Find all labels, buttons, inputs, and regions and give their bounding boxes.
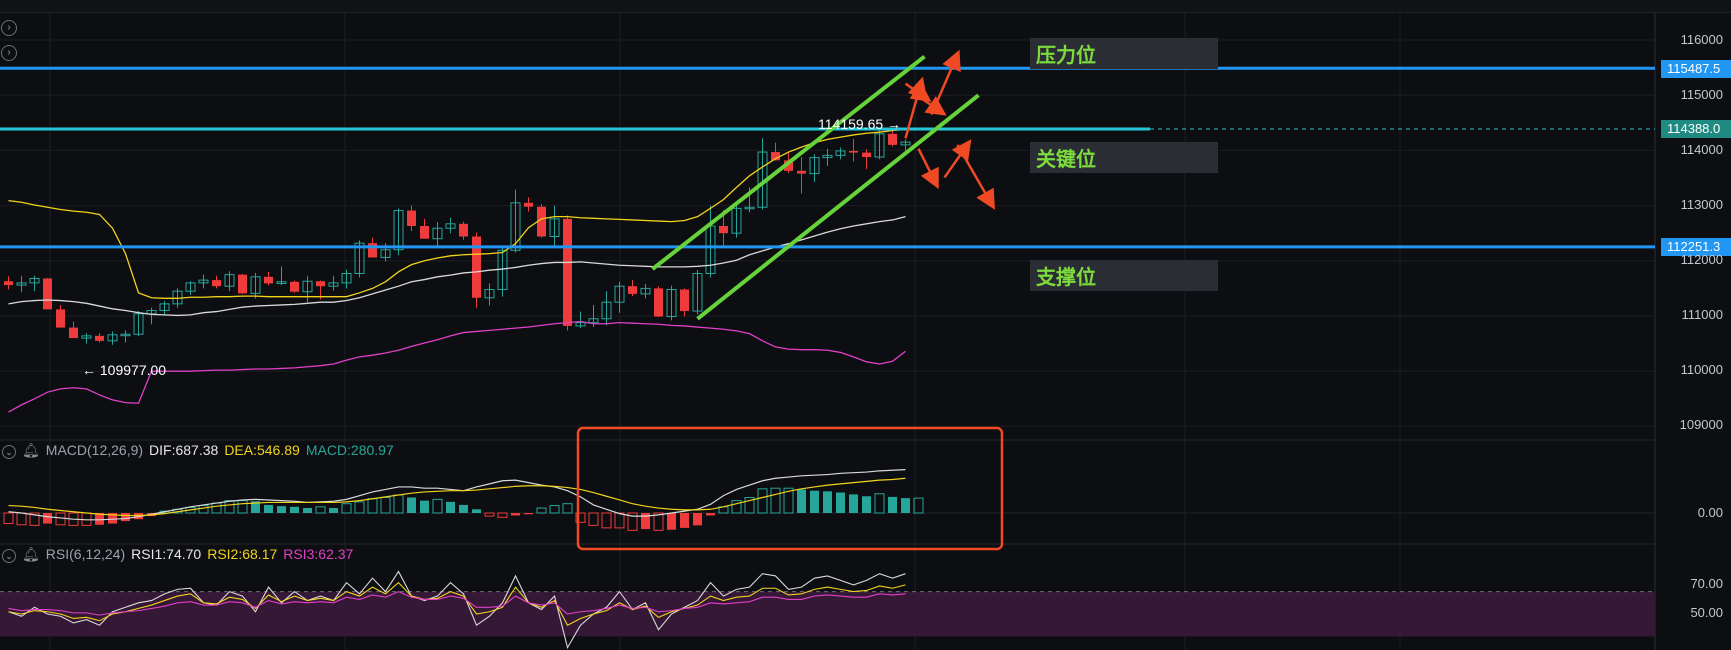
candle-down [368,243,377,258]
candle-down [459,223,468,237]
macd-histogram-bar [524,513,533,515]
macd-histogram-bar [797,489,806,513]
candle-down [43,278,52,310]
macd-histogram-bar [706,513,715,516]
candle-down [407,210,416,227]
support-zone-label: 支撑位 [1030,260,1218,291]
candle-down [56,309,65,328]
candle-down [719,226,728,234]
candle-down [862,152,871,158]
level-price-tag-current: 114388.0 [1661,120,1731,138]
macd-histogram-bar [121,513,130,522]
rsi3-value: RSI3:62.37 [283,546,354,562]
macd-histogram-bar [849,494,858,513]
candle-down [264,276,273,284]
macd-histogram-bar [901,498,910,513]
candle-down [69,327,78,339]
macd-histogram-bar [277,506,286,513]
macd-histogram-bar [810,490,819,513]
alert-bell-icon[interactable]: 🔔︎ [22,546,40,562]
price-axis-tick: 115000 [1680,87,1723,102]
candle-down [524,202,533,207]
macd-histogram-bar [836,492,845,513]
candle-down [95,335,104,341]
top-toolbar [0,0,1731,13]
macd-histogram-bar [43,513,52,524]
macd-histogram-bar [264,504,273,513]
candle-down [420,226,429,239]
rsi-collapse-icon[interactable]: ⌄ [2,549,16,563]
macd-histogram-bar [420,500,429,513]
macd-collapse-icon[interactable]: ⌄ [2,445,16,459]
macd-histogram-bar [667,513,676,530]
price-axis-tick: 109000 [1679,417,1723,432]
candle-down [654,288,663,317]
price-axis-tick: 113000 [1680,197,1723,212]
macd-histogram-bar [472,509,481,513]
high-price-annotation: 114159.65 → [818,116,902,132]
macd-zero-tick: 0.00 [1697,505,1723,520]
candle-down [888,133,897,145]
resistance-zone-label: 压力位 [1030,38,1218,69]
price-axis-tick: 110000 [1680,362,1723,377]
macd-histogram-bar [862,496,871,513]
price-axis-tick: 111000 [1681,307,1723,322]
level-price-tag-resistance: 115487.5 [1661,60,1731,78]
candle-down [797,170,806,174]
macd-histogram-bar [290,506,299,513]
price-axis-tick: 112000 [1680,252,1723,267]
low-price-annotation: ← 109977.00 [82,362,167,378]
candle-down [563,218,572,326]
macd-histogram-bar [407,497,416,513]
price-axis-tick: 116000 [1680,32,1723,47]
candle-down [238,274,247,294]
macd-dea-value: DEA:546.89 [224,442,300,458]
rsi-header: ⌄ 🔔︎ RSI(6,12,24) RSI1:74.70 RSI2:68.17 RSI3:… [2,546,359,563]
macd-histogram-bar [329,508,338,513]
macd-histogram-bar [888,496,897,513]
candle-down [628,286,637,294]
macd-histogram-bar [459,504,468,513]
macd-histogram-bar [446,501,455,513]
macd-title: MACD(12,26,9) [45,442,144,458]
rsi2-value: RSI2:68.17 [207,546,278,562]
rsi1-value: RSI1:74.70 [131,546,202,562]
rsi-title: RSI(6,12,24) [45,546,126,562]
macd-histogram-bar [511,513,520,516]
macd-dif-value: DIF:687.38 [149,442,219,458]
candle-down [290,281,299,292]
macd-hist-value: MACD:280.97 [305,442,394,458]
candle-down [316,281,325,287]
candle-down [680,289,689,312]
macd-histogram-bar [303,508,312,513]
rsi-band [0,591,1655,637]
candle-down [212,280,221,287]
rsi-tick-70: 70.00 [1690,576,1723,591]
price-axis-tick: 114000 [1680,142,1723,157]
macd-histogram-bar [680,513,689,528]
collapse-chevron-icon[interactable]: › [1,45,17,61]
collapse-chevron-icon[interactable]: › [1,20,17,36]
alert-bell-icon[interactable]: 🔔︎ [22,442,40,458]
macd-header: ⌄ 🔔︎ MACD(12,26,9) DIF:687.38 DEA:546.89 MACD… [2,442,400,459]
candle-down [849,150,858,153]
rsi-tick-50: 50.00 [1690,605,1723,620]
macd-histogram-bar [823,491,832,513]
macd-histogram-bar [693,513,702,526]
key-zone-label: 关键位 [1030,142,1218,173]
candle-down [4,281,13,286]
